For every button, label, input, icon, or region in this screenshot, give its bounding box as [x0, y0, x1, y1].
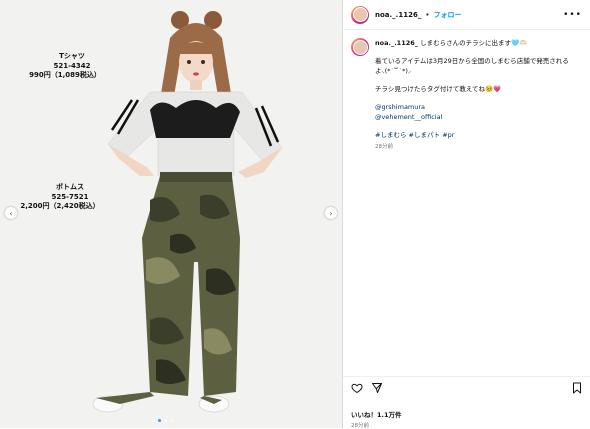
- tshirt-price-label: Tシャツ 521-4342 990円（1,089税込）: [29, 52, 102, 81]
- avatar-image: [352, 39, 368, 55]
- carousel-dot-active: [158, 419, 161, 422]
- next-image-button[interactable]: ›: [325, 207, 337, 219]
- tshirt-label: Tシャツ: [59, 52, 85, 60]
- post-actions: いいね！1.1万件 28分前: [343, 376, 590, 429]
- heart-icon[interactable]: [351, 382, 363, 394]
- caption-line3: チラシ見つけたらタグ付けて教えてね🥺💗: [375, 85, 502, 93]
- post-header: noa._.1126_ • フォロー •••: [343, 0, 590, 30]
- bottoms-price: 2,200円（2,420税込）: [20, 202, 100, 210]
- bookmark-icon[interactable]: [571, 382, 583, 394]
- mention-vehement[interactable]: @vehement__official: [375, 113, 442, 121]
- caption-line1: しまむらさんのチラシに出ます🩵🫶🏻: [420, 39, 528, 47]
- bottoms-price-label: ボトムス 525-7521 2,200円（2,420税込）: [20, 183, 100, 212]
- mention-grshimamura[interactable]: @grshimamura: [375, 103, 425, 111]
- share-icon[interactable]: [371, 382, 383, 394]
- tshirt-price: 990円（1,089税込）: [29, 71, 101, 79]
- header-separator: •: [425, 10, 430, 19]
- carousel-dot: [152, 419, 155, 422]
- instagram-post-window: Tシャツ 521-4342 990円（1,089税込） ボトムス 525-752…: [0, 0, 590, 429]
- post-side-panel: noa._.1126_ • フォロー ••• noa._.1126_ しまむらさ…: [342, 0, 590, 429]
- caption-body: noa._.1126_ しまむらさんのチラシに出ます🩵🫶🏻 着ているアイテムは3…: [375, 38, 582, 152]
- hashtags[interactable]: #しまむら #しまパト #pr: [375, 130, 582, 140]
- more-options-icon[interactable]: •••: [563, 10, 582, 20]
- caption: noa._.1126_ しまむらさんのチラシに出ます🩵🫶🏻 着ているアイテムは3…: [343, 30, 590, 160]
- likes-count[interactable]: いいね！1.1万件: [351, 409, 583, 419]
- caption-username[interactable]: noa._.1126_: [375, 39, 418, 47]
- caption-time: 28分前: [375, 144, 393, 150]
- caption-line2: 着ているアイテムは3月29日から全国のしまむら店舗で発売されるよ⸜︎︎︎︎︎︎︎…: [375, 57, 569, 75]
- follow-button[interactable]: フォロー: [433, 10, 461, 20]
- post-photo[interactable]: Tシャツ 521-4342 990円（1,089税込） ボトムス 525-752…: [0, 0, 342, 428]
- carousel-dots: [152, 419, 173, 422]
- prev-image-button[interactable]: ‹: [5, 207, 17, 219]
- avatar-image: [352, 7, 368, 22]
- carousel-dot: [170, 419, 173, 422]
- caption-avatar[interactable]: [351, 38, 369, 56]
- carousel-dot: [164, 419, 167, 422]
- avatar[interactable]: [351, 5, 369, 24]
- bottoms-label: ボトムス: [56, 183, 84, 191]
- tshirt-code: 521-4342: [53, 61, 91, 70]
- header-username[interactable]: noa._.1126_: [375, 11, 421, 19]
- bottoms-code: 525-7521: [51, 192, 89, 201]
